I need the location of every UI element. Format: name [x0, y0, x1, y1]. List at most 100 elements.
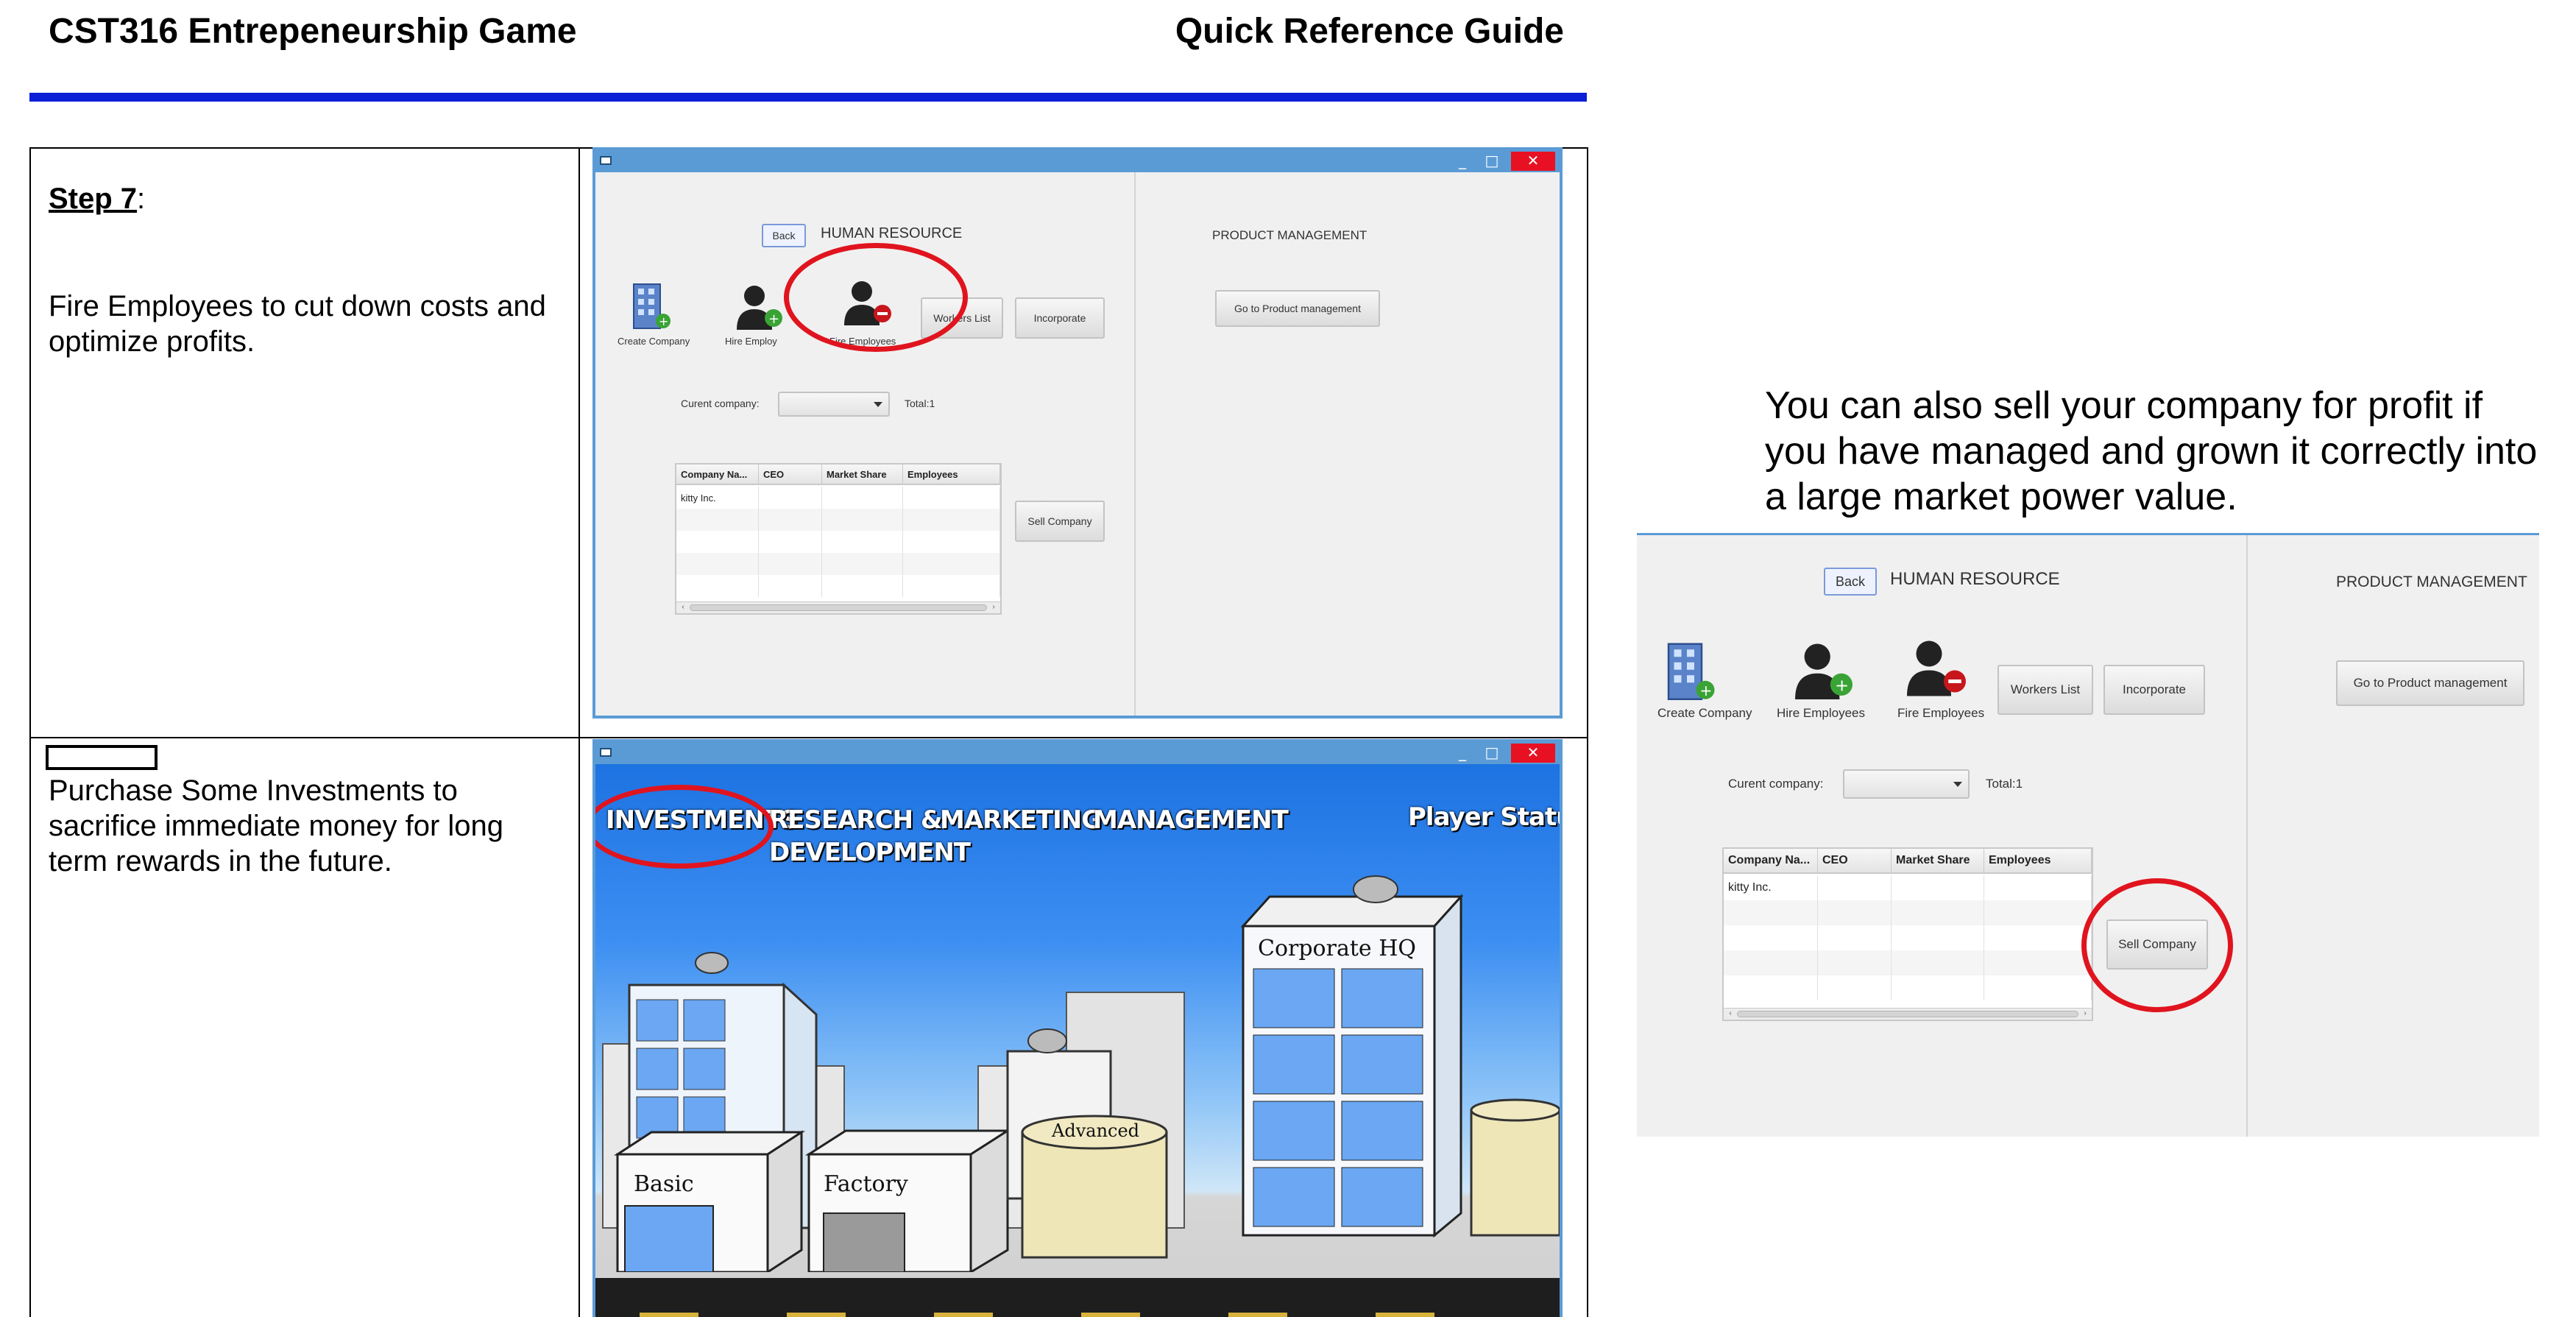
scroll-left-icon[interactable]: ‹	[678, 602, 688, 612]
road-marking	[1081, 1313, 1140, 1317]
pm-title: PRODUCT MANAGEMENT	[2336, 573, 2527, 590]
current-company-select[interactable]	[1843, 769, 1970, 799]
table-cell	[1818, 875, 1892, 900]
side-note: You can also sell your company for profi…	[1765, 384, 2538, 518]
go-to-product-management-button[interactable]: Go to Product management	[1215, 290, 1380, 327]
table-row-empty	[1724, 925, 2092, 950]
current-company-select[interactable]	[778, 392, 890, 417]
corporate-hq-label: Corporate HQ	[1258, 936, 1416, 961]
maximize-button[interactable]: □	[1479, 152, 1505, 171]
table-column-header[interactable]: Employees	[903, 465, 1000, 484]
hr-window-body: Back HUMAN RESOURCE PRODUCT MANAGEMENT +…	[595, 172, 1560, 716]
table-row-empty	[676, 531, 1000, 553]
sell-company-button[interactable]: Sell Company	[1015, 501, 1105, 542]
table-column-header[interactable]: CEO	[759, 465, 822, 484]
pane-divider	[2246, 535, 2248, 1137]
svg-text:+: +	[1835, 677, 1849, 696]
minimize-button[interactable]: _	[1449, 744, 1476, 763]
companies-table: Company Na... CEO Market Share Employees…	[1722, 847, 2093, 1021]
table-cell: kitty Inc.	[676, 487, 759, 509]
hr-title: HUMAN RESOURCE	[1890, 569, 2060, 589]
hire-employees-label: Hire Employ	[725, 336, 777, 347]
chevron-down-icon	[874, 402, 882, 407]
minimize-button[interactable]: _	[1449, 152, 1476, 171]
table-row-empty	[676, 509, 1000, 531]
table-cell	[1984, 875, 2092, 900]
svg-text:+: +	[659, 314, 668, 328]
create-company-icon[interactable]: +	[1665, 638, 1716, 703]
current-company-label: Curent company:	[681, 398, 760, 409]
go-to-product-management-button[interactable]: Go to Product management	[2336, 660, 2524, 706]
header-rule	[29, 93, 1587, 102]
document-title: CST316 Entrepeneurship Game	[49, 12, 577, 51]
create-company-icon[interactable]: +	[631, 280, 672, 331]
hire-employees-label: Hire Employees	[1777, 706, 1865, 720]
step-7-cell: Step 7:	[49, 181, 564, 216]
basic-building: Basic	[613, 1130, 806, 1272]
maximize-button[interactable]: □	[1479, 744, 1505, 763]
back-button[interactable]: Back	[762, 224, 806, 247]
marketing-tab[interactable]: MARKETING	[940, 804, 1102, 836]
table-row-empty	[1724, 975, 2092, 1000]
table-column-divider	[578, 147, 580, 1317]
management-tab[interactable]: MANAGEMENT	[1093, 804, 1289, 836]
table-column-header[interactable]: Company Na...	[1724, 849, 1818, 872]
scroll-left-icon[interactable]: ‹	[1725, 1009, 1735, 1019]
table-row[interactable]: kitty Inc.	[1724, 875, 2092, 900]
player-status-button[interactable]: Player Status	[1408, 801, 1560, 833]
create-company-label: Create Company	[618, 336, 690, 347]
table-cell	[822, 487, 903, 509]
city-scene: Basic Factory Advanced Corporate HQ	[602, 875, 1560, 1272]
corporate-hq-building: Corporate HQ	[1240, 875, 1464, 1238]
table-column-header[interactable]: Employees	[1984, 849, 2092, 872]
table-scrollbar[interactable]: ‹ ›	[676, 601, 1000, 613]
hire-employees-icon[interactable]: +	[1791, 640, 1856, 702]
table-row-divider	[29, 737, 1588, 738]
road-marking	[934, 1313, 993, 1317]
road-marking	[1376, 1313, 1434, 1317]
basic-building-label: Basic	[634, 1171, 694, 1197]
table-cell: kitty Inc.	[1724, 875, 1818, 900]
companies-table: Company Na... CEO Market Share Employees…	[675, 463, 1002, 615]
highlight-ring	[2081, 878, 2233, 1012]
step-8-description: Purchase Some Investments to sacrifice i…	[49, 774, 504, 878]
svg-text:+: +	[768, 311, 779, 327]
advanced-building: Advanced	[1021, 1115, 1168, 1259]
advanced-building-label: Advanced	[1051, 1120, 1139, 1141]
document-right-title: Quick Reference Guide	[1175, 12, 1564, 51]
table-cell	[903, 487, 1000, 509]
table-row-empty	[676, 553, 1000, 575]
step-7-description: Fire Employees to cut down costs and opt…	[49, 290, 546, 358]
highlight-ring	[784, 243, 968, 352]
factory-building: Factory	[804, 1129, 1012, 1272]
hire-employees-icon[interactable]: +	[734, 283, 785, 331]
back-button[interactable]: Back	[1824, 568, 1877, 596]
current-company-label: Curent company:	[1728, 777, 1824, 791]
app-icon	[600, 748, 612, 757]
table-row[interactable]: kitty Inc.	[676, 487, 1000, 509]
pm-title: PRODUCT MANAGEMENT	[1212, 228, 1367, 242]
table-row-empty	[1724, 950, 2092, 975]
incorporate-button[interactable]: Incorporate	[1015, 297, 1105, 339]
table-column-header[interactable]: Market Share	[1892, 849, 1984, 872]
create-company-label: Create Company	[1657, 706, 1752, 720]
app-icon	[600, 156, 612, 165]
hr-window: _ □ ✕ Back HUMAN RESOURCE PRODUCT MANAGE…	[592, 147, 1563, 718]
table-column-header[interactable]: Market Share	[822, 465, 903, 484]
close-button[interactable]: ✕	[1511, 744, 1555, 763]
table-column-header[interactable]: CEO	[1818, 849, 1892, 872]
incorporate-button[interactable]: Incorporate	[2103, 665, 2205, 715]
fire-employees-icon[interactable]	[1903, 637, 1970, 700]
scroll-right-icon[interactable]: ›	[2080, 1009, 2090, 1019]
table-scrollbar[interactable]: ‹ ›	[1724, 1008, 2092, 1020]
step-label-suffix: :	[137, 183, 146, 215]
game-window: _ □ ✕ INVESTMENTS RESEARCH & DEVELOPMENT…	[592, 739, 1563, 1317]
scroll-right-icon[interactable]: ›	[988, 602, 999, 612]
total-label: Total:1	[1986, 777, 2023, 791]
table-row-empty	[676, 575, 1000, 597]
close-button[interactable]: ✕	[1511, 152, 1555, 171]
chevron-down-icon	[1953, 782, 1962, 787]
workers-list-button[interactable]: Workers List	[1998, 665, 2093, 715]
table-column-header[interactable]: Company Na...	[676, 465, 759, 484]
table-cell	[759, 487, 822, 509]
